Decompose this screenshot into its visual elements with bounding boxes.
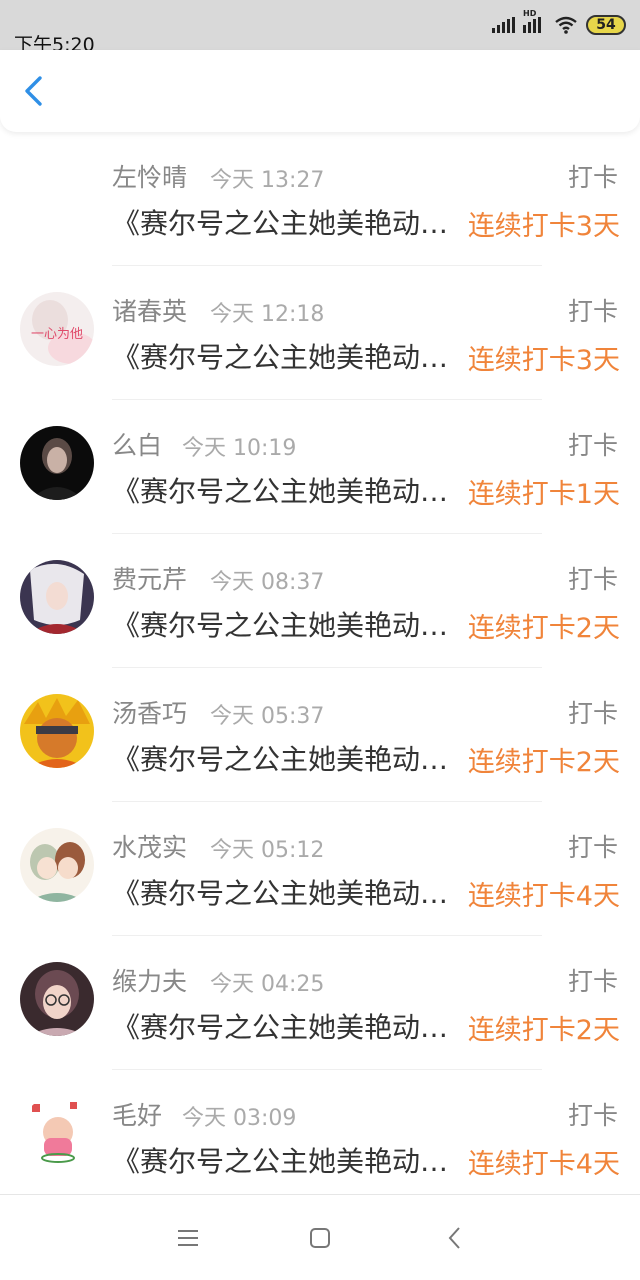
user-name: 缑力夫 [112, 967, 188, 996]
svg-text:一心为他: 一心为他 [31, 327, 83, 342]
book-title: 《赛尔号之公主她美艳动人》 [112, 207, 454, 240]
streak-badge: 连续打卡3天 [467, 345, 620, 376]
post-time: 今天 12:18 [210, 302, 325, 327]
streak-badge: 连续打卡4天 [467, 1149, 620, 1180]
list-item[interactable]: 费元芹 今天 08:37 打卡 《赛尔号之公主她美艳动人》 连续打卡2天 [0, 534, 640, 668]
avatar[interactable]: 一心为他 [20, 292, 94, 366]
chevron-left-icon [25, 76, 42, 106]
list-item[interactable]: 么白 今天 10:19 打卡 《赛尔号之公主她美艳动人》 连续打卡1天 [0, 400, 640, 534]
user-name: 汤香巧 [112, 699, 188, 728]
avatar[interactable] [20, 1096, 94, 1170]
back-button[interactable] [18, 74, 52, 108]
status-icons: HD 54 [492, 9, 626, 35]
post-time: 今天 10:19 [182, 436, 297, 461]
post-time: 今天 08:37 [210, 570, 325, 595]
wifi-icon [555, 16, 577, 34]
post-time: 今天 05:37 [210, 704, 325, 729]
home-square-icon [310, 1228, 330, 1248]
list-item[interactable]: 汤香巧 今天 05:37 打卡 《赛尔号之公主她美艳动人》 连续打卡2天 [0, 668, 640, 802]
entry-type: 打卡 [567, 833, 618, 862]
avatar[interactable] [20, 426, 94, 500]
streak-badge: 连续打卡2天 [467, 747, 620, 778]
book-title: 《赛尔号之公主她美艳动人》 [112, 1145, 454, 1178]
list-item[interactable]: 缑力夫 今天 04:25 打卡 《赛尔号之公主她美艳动人》 连续打卡2天 [0, 936, 640, 1070]
streak-badge: 连续打卡2天 [467, 613, 620, 644]
entry-type: 打卡 [567, 297, 618, 326]
user-name: 左怜晴 [112, 163, 188, 192]
back-triangle-icon [448, 1227, 460, 1249]
status-bar: 下午5:20 HD 54 [0, 0, 640, 56]
book-title: 《赛尔号之公主她美艳动人》 [112, 475, 454, 508]
book-title: 《赛尔号之公主她美艳动人》 [112, 743, 454, 776]
avatar[interactable] [20, 694, 94, 768]
user-name: 么白 [112, 431, 163, 460]
menu-button[interactable] [173, 1223, 203, 1253]
streak-badge: 连续打卡2天 [467, 1015, 620, 1046]
book-title: 《赛尔号之公主她美艳动人》 [112, 609, 454, 642]
system-nav-bar [0, 1194, 640, 1280]
book-title: 《赛尔号之公主她美艳动人》 [112, 877, 454, 910]
home-button[interactable] [305, 1223, 335, 1253]
streak-badge: 连续打卡3天 [467, 211, 620, 242]
list-item[interactable]: 一心为他 诸春英 今天 12:18 打卡 《赛尔号之公主她美艳动人》 连续打卡3… [0, 266, 640, 400]
entry-type: 打卡 [567, 1101, 618, 1130]
list-item[interactable]: 毛好 今天 03:09 打卡 《赛尔号之公主她美艳动人》 连续打卡4天 [0, 1070, 640, 1194]
post-time: 今天 05:12 [210, 838, 325, 863]
hd-label: HD [523, 9, 537, 18]
avatar[interactable] [20, 828, 94, 902]
entry-type: 打卡 [567, 967, 618, 996]
system-back-button[interactable] [440, 1223, 470, 1253]
list-item[interactable]: 水茂实 今天 05:12 打卡 《赛尔号之公主她美艳动人》 连续打卡4天 [0, 802, 640, 936]
streak-badge: 连续打卡4天 [467, 881, 620, 912]
entry-type: 打卡 [567, 565, 618, 594]
avatar[interactable] [20, 962, 94, 1036]
post-time: 今天 13:27 [210, 168, 325, 193]
post-time: 今天 04:25 [210, 972, 325, 997]
streak-badge: 连续打卡1天 [467, 479, 620, 510]
entry-type: 打卡 [567, 431, 618, 460]
avatar[interactable] [20, 560, 94, 634]
menu-icon [178, 1230, 198, 1246]
battery-icon: 54 [586, 15, 626, 35]
entry-type: 打卡 [567, 163, 618, 192]
hd-signal-icon: HD [523, 9, 546, 33]
signal-icon [492, 17, 515, 33]
entry-type: 打卡 [567, 699, 618, 728]
book-title: 《赛尔号之公主她美艳动人》 [112, 341, 454, 374]
header-bar [0, 50, 640, 132]
user-name: 水茂实 [112, 833, 188, 862]
book-title: 《赛尔号之公主她美艳动人》 [112, 1011, 454, 1044]
list-item[interactable]: 左怜晴 今天 13:27 打卡 《赛尔号之公主她美艳动人》 连续打卡3天 [0, 132, 640, 266]
user-name: 毛好 [112, 1101, 163, 1130]
user-name: 费元芹 [112, 565, 188, 594]
user-name: 诸春英 [112, 297, 188, 326]
checkin-list: 左怜晴 今天 13:27 打卡 《赛尔号之公主她美艳动人》 连续打卡3天 一心为… [0, 132, 640, 1194]
post-time: 今天 03:09 [182, 1106, 297, 1131]
